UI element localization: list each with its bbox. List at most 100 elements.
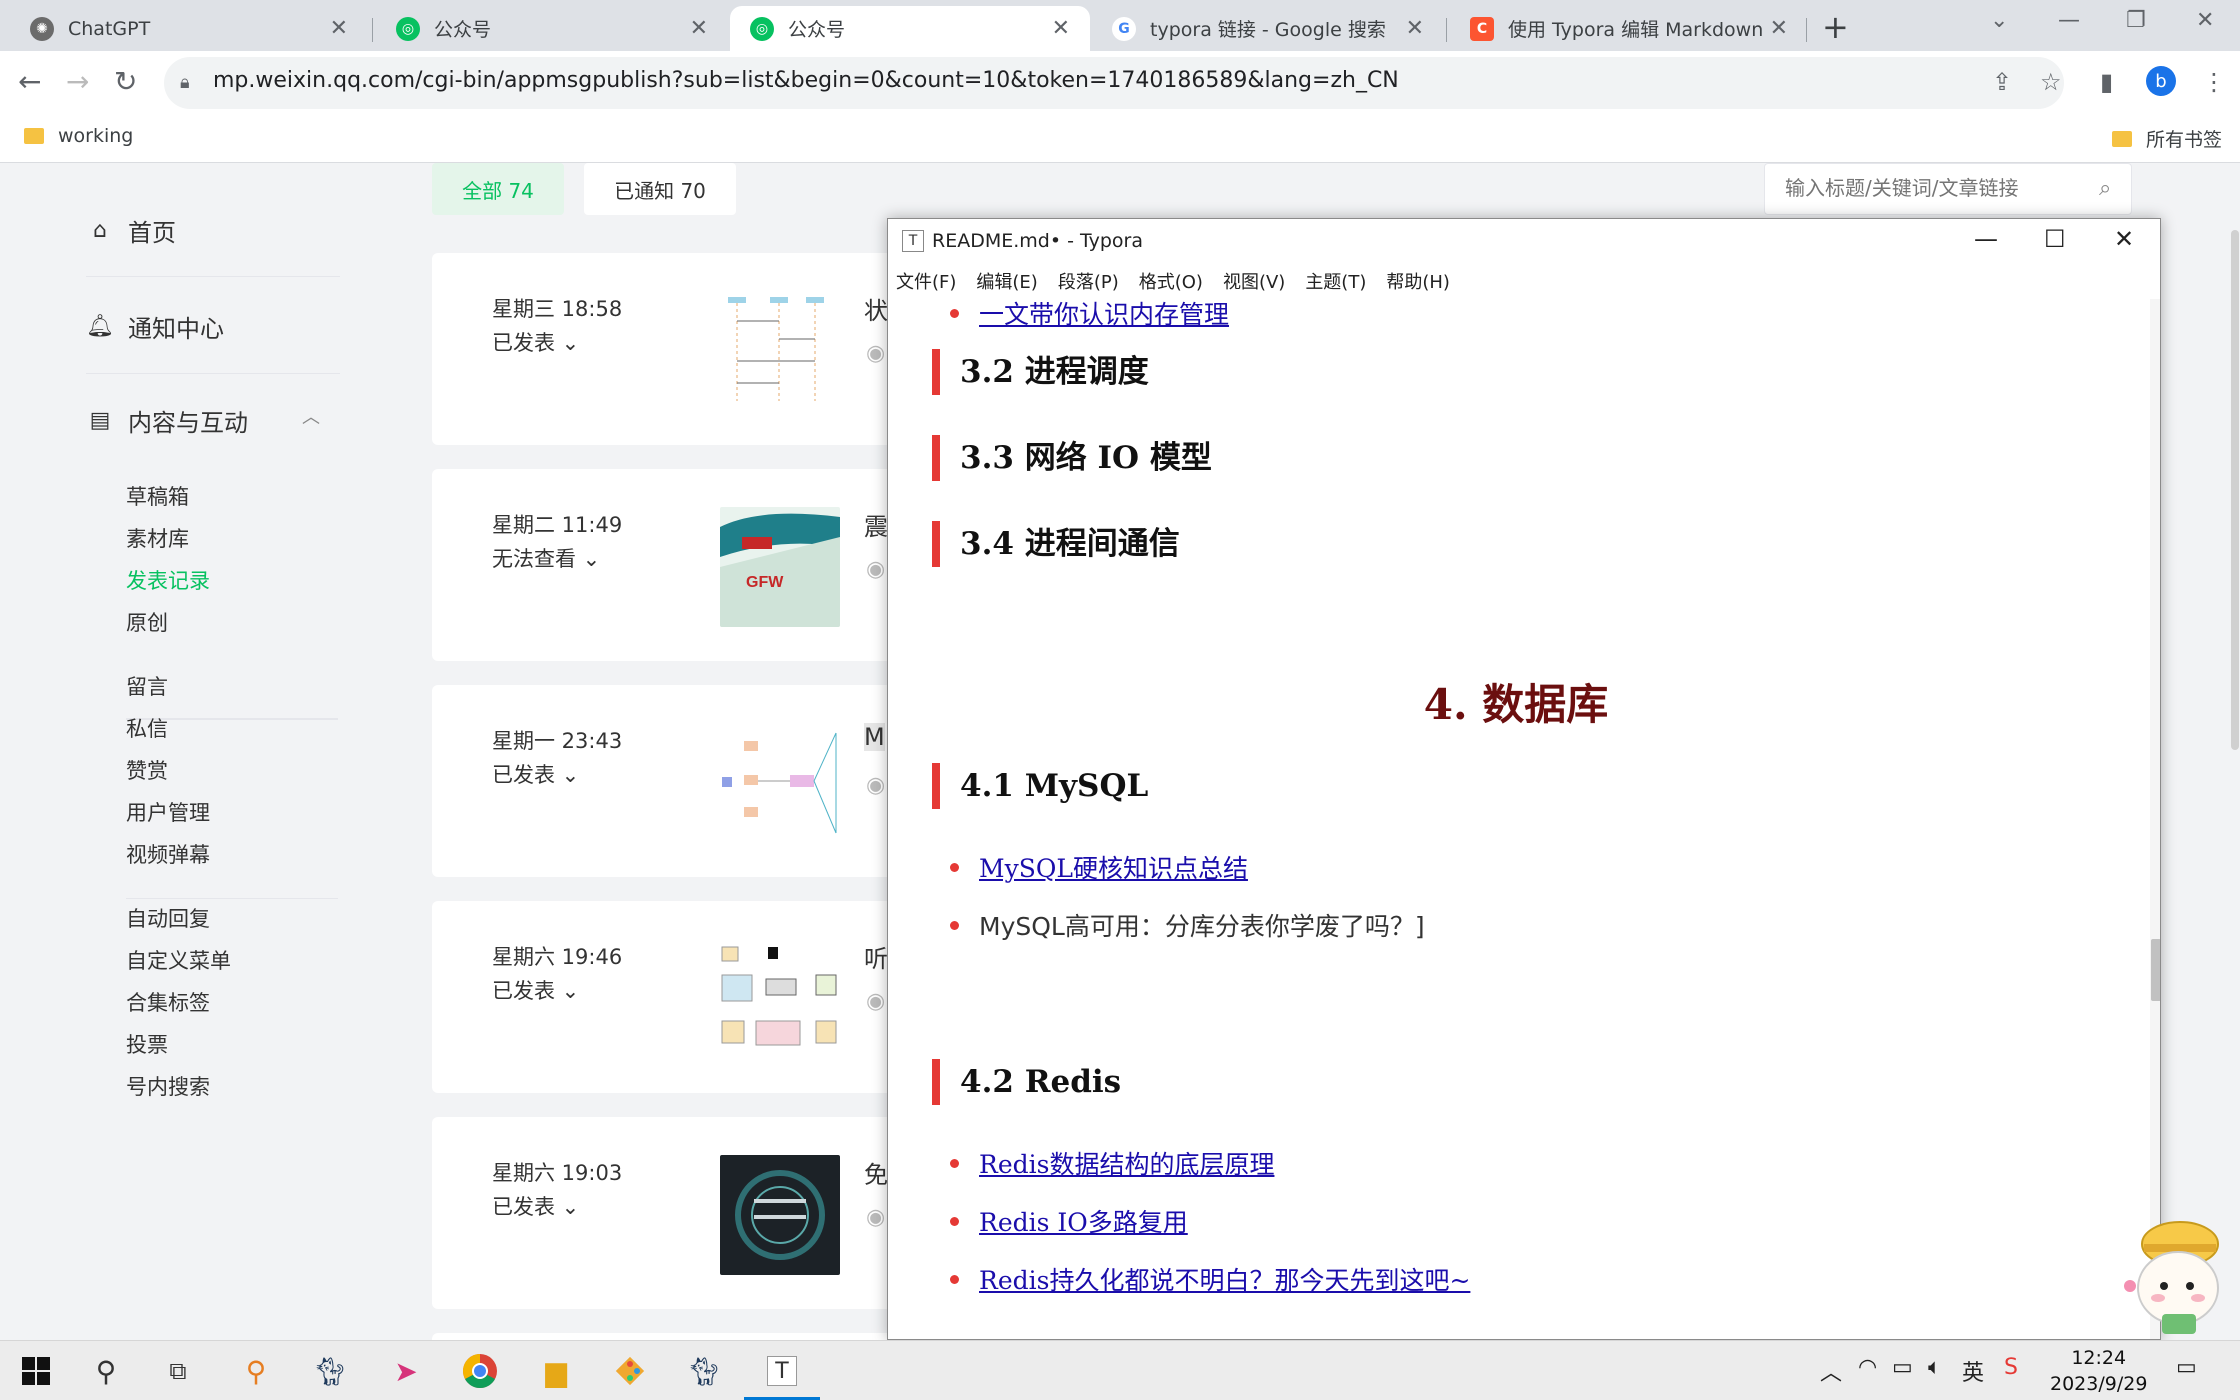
close-icon[interactable]: ✕ [1406, 16, 1424, 41]
close-icon[interactable]: ✕ [330, 16, 348, 41]
search-input[interactable] [1785, 176, 2085, 200]
post-status[interactable]: 无法查看 ⌄ [492, 543, 600, 573]
mascot-sticker[interactable] [2118, 1210, 2230, 1338]
search-icon[interactable]: ⌕ [2099, 176, 2111, 201]
wifi-icon[interactable]: ◠ [1858, 1355, 1877, 1380]
nav-home[interactable]: ⌂ 首页 [86, 213, 176, 248]
post-title[interactable]: 震 [864, 507, 888, 542]
post-status[interactable]: 已发表 ⌄ [492, 1191, 579, 1221]
menu-view[interactable]: 视图(V) [1223, 268, 1285, 294]
forward-icon[interactable]: → [66, 65, 89, 98]
doc-link[interactable]: Redis持久化都说不明白？那今天先到这吧~ [979, 1261, 1470, 1297]
doc-link[interactable]: 一文带你认识内存管理 [979, 299, 1229, 331]
doc-link[interactable]: MySQL硬核知识点总结 [979, 849, 1248, 885]
doc-link[interactable]: Redis IO多路复用 [979, 1203, 1188, 1239]
bookmark-folder-working[interactable]: working [24, 125, 133, 147]
tray-overflow-icon[interactable]: ︿ [1820, 1355, 1842, 1387]
chevron-up-icon[interactable]: ︿ [302, 403, 320, 429]
close-icon[interactable]: ✕ [2114, 225, 2134, 253]
app-cat-icon[interactable]: 🐈︎ [308, 1349, 352, 1393]
ime-indicator[interactable]: 英 [1962, 1355, 1984, 1387]
windows-start-icon[interactable] [14, 1349, 58, 1393]
sidebar-item-vote[interactable]: 投票 [126, 1029, 168, 1059]
typora-editor[interactable]: 一文带你认识内存管理 3.2 进程调度 3.3 网络 IO 模型 3.4 进程间… [888, 299, 2144, 1339]
tab-google-search[interactable]: G typora 链接 - Google 搜索 ✕ [1092, 6, 1444, 51]
sidebar-item-custom-menu[interactable]: 自定义菜单 [126, 945, 231, 975]
sidebar-item-danmaku[interactable]: 视频弹幕 [126, 839, 210, 869]
nav-content-interaction[interactable]: ▤ 内容与互动 [86, 403, 248, 438]
github-desktop-icon[interactable]: 🐈︎ [682, 1349, 726, 1393]
tab-search-icon[interactable]: ⌄ [1990, 8, 2008, 33]
task-view-icon[interactable]: ⧉ [156, 1349, 200, 1393]
post-title[interactable]: M [864, 723, 885, 751]
side-panel-icon[interactable]: ▮ [2100, 68, 2113, 96]
close-icon[interactable]: ✕ [690, 16, 708, 41]
url-text[interactable]: mp.weixin.qq.com/cgi-bin/appmsgpublish?s… [213, 68, 1399, 93]
page-scrollbar-thumb[interactable] [2231, 230, 2239, 750]
minimize-icon[interactable]: — [1974, 225, 1998, 253]
nav-notifications[interactable]: 🔔︎ 通知中心 [86, 309, 224, 344]
git-app-icon[interactable] [608, 1349, 652, 1393]
menu-theme[interactable]: 主题(T) [1305, 268, 1366, 294]
tab-wechat-mp-1[interactable]: ◎ 公众号 ✕ [376, 6, 728, 51]
tab-chatgpt[interactable]: ✺ ChatGPT ✕ [10, 6, 368, 51]
battery-icon[interactable]: ▭ [1892, 1355, 1913, 1380]
taskbar-clock[interactable]: 12:24 2023/9/29 [2050, 1345, 2147, 1397]
profile-avatar[interactable]: b [2146, 66, 2176, 96]
typora-scrollbar[interactable] [2150, 299, 2160, 1339]
sidebar-item-messages[interactable]: 私信 [126, 713, 168, 743]
typora-taskbar-icon[interactable]: T [767, 1356, 797, 1386]
filter-notified[interactable]: 已通知 70 [584, 163, 736, 215]
maximize-icon[interactable]: ☐ [2044, 225, 2066, 253]
volume-icon[interactable]: 🔈︎ [1928, 1355, 1941, 1380]
post-title[interactable]: 免 [864, 1155, 888, 1190]
typora-window-title: README.md• - Typora [932, 230, 1144, 252]
minimize-icon[interactable]: — [2058, 8, 2080, 33]
sidebar-item-drafts[interactable]: 草稿箱 [126, 481, 189, 511]
menu-help[interactable]: 帮助(H) [1386, 268, 1450, 294]
back-icon[interactable]: ← [18, 65, 41, 98]
restore-icon[interactable]: ❐ [2126, 8, 2146, 33]
tab-wechat-mp-2[interactable]: ◎ 公众号 ✕ [730, 6, 1090, 51]
reload-icon[interactable]: ↻ [114, 65, 137, 98]
share-icon[interactable]: ⇪ [1992, 68, 2012, 96]
sidebar-item-collection-tags[interactable]: 合集标签 [126, 987, 210, 1017]
post-status[interactable]: 已发表 ⌄ [492, 759, 579, 789]
tab-csdn[interactable]: C 使用 Typora 编辑 Markdown 文 ✕ [1450, 6, 1808, 51]
bookmark-star-icon[interactable]: ☆ [2040, 68, 2062, 96]
post-status[interactable]: 已发表 ⌄ [492, 327, 579, 357]
menu-file[interactable]: 文件(F) [896, 268, 956, 294]
sidebar-item-publish-records[interactable]: 发表记录 [126, 565, 210, 595]
post-title[interactable]: 状 [864, 291, 888, 326]
menu-edit[interactable]: 编辑(E) [976, 268, 1037, 294]
filter-all[interactable]: 全部 74 [432, 163, 564, 215]
menu-format[interactable]: 格式(O) [1139, 268, 1203, 294]
sidebar-item-original[interactable]: 原创 [126, 607, 168, 637]
notification-center-icon[interactable]: ▭ [2176, 1355, 2197, 1380]
new-tab-button[interactable]: + [1822, 8, 1849, 46]
sidebar-item-auto-reply[interactable]: 自动回复 [126, 903, 210, 933]
sidebar-item-comments[interactable]: 留言 [126, 671, 168, 701]
chrome-icon[interactable] [458, 1349, 502, 1393]
doc-link[interactable]: Redis数据结构的底层原理 [979, 1145, 1274, 1181]
search-icon[interactable]: ⚲ [84, 1349, 128, 1393]
sidebar-item-materials[interactable]: 素材库 [126, 523, 189, 553]
sogou-input-icon[interactable]: S [2004, 1355, 2018, 1380]
menu-paragraph[interactable]: 段落(P) [1058, 268, 1119, 294]
close-window-icon[interactable]: ✕ [2196, 8, 2214, 33]
close-icon[interactable]: ✕ [1770, 16, 1788, 41]
chatgpt-icon: ✺ [30, 16, 54, 41]
close-icon[interactable]: ✕ [1052, 16, 1070, 41]
typora-scrollbar-thumb[interactable] [2151, 939, 2160, 1001]
post-title[interactable]: 听 [864, 939, 888, 974]
lock-icon[interactable]: 🔒︎ [180, 72, 190, 93]
sidebar-item-rewards[interactable]: 赞赏 [126, 755, 168, 785]
sidebar-item-in-account-search[interactable]: 号内搜索 [126, 1071, 210, 1101]
menu-kebab-icon[interactable]: ⋮ [2202, 68, 2226, 96]
everything-search-icon[interactable]: ⚲ [234, 1349, 278, 1393]
sidebar-item-users[interactable]: 用户管理 [126, 797, 210, 827]
file-explorer-icon[interactable]: ▆ [534, 1349, 578, 1393]
send-app-icon[interactable]: ➤ [384, 1349, 428, 1393]
all-bookmarks[interactable]: 所有书签 [2112, 125, 2222, 152]
post-status[interactable]: 已发表 ⌄ [492, 975, 579, 1005]
